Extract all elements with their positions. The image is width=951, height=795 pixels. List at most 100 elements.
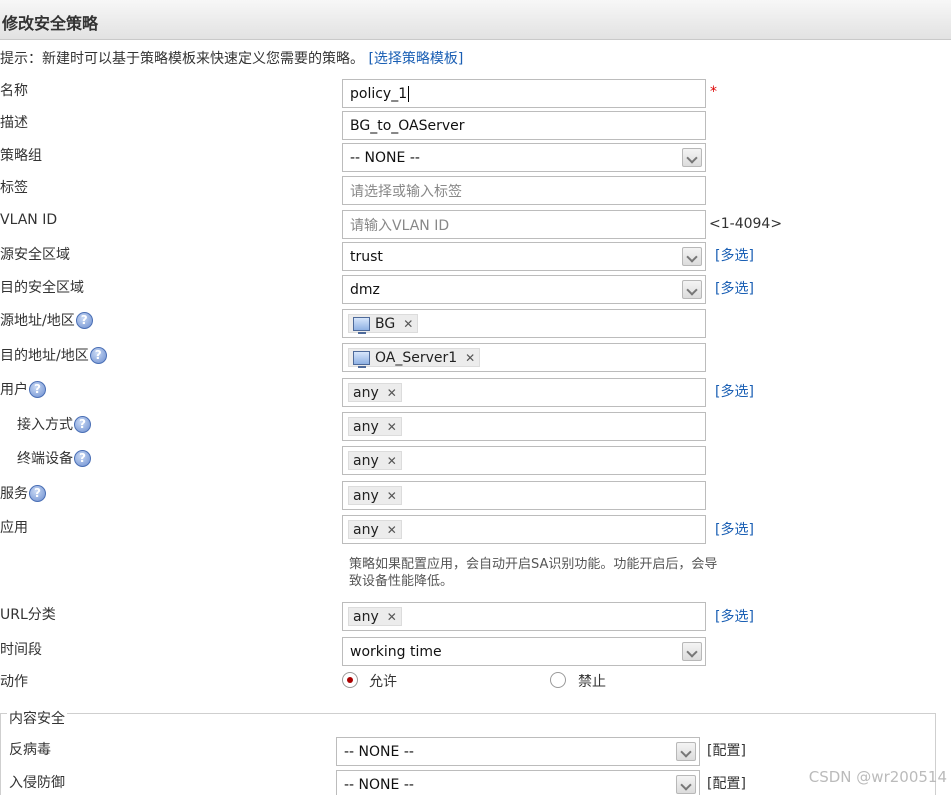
- url-multi-link[interactable]: [多选]: [715, 606, 754, 626]
- group-select-value: -- NONE --: [350, 149, 420, 166]
- service-tag: any ✕: [348, 486, 402, 505]
- app-label: 应用: [0, 520, 28, 536]
- dst-addr-tag-text: OA_Server1: [375, 349, 458, 366]
- action-label: 动作: [0, 674, 28, 690]
- src-addr-tag: BG ✕: [348, 314, 419, 334]
- antivirus-select-value: -- NONE --: [344, 743, 414, 760]
- dst-zone-select-value: dmz: [350, 281, 380, 298]
- chevron-down-icon[interactable]: [682, 148, 702, 167]
- remove-tag-icon[interactable]: ✕: [465, 351, 475, 365]
- dst-zone-label: 目的安全区域: [0, 280, 84, 296]
- dialog-titlebar: 修改安全策略: [0, 0, 951, 40]
- dst-addr-tag: OA_Server1 ✕: [348, 348, 481, 368]
- url-input[interactable]: any ✕: [342, 602, 706, 631]
- user-label: 用户 ?: [0, 379, 46, 399]
- app-note: 策略如果配置应用，会自动开启SA识别功能。功能开启后，会导致设备性能降低。: [349, 557, 718, 589]
- terminal-input[interactable]: any ✕: [342, 446, 706, 475]
- app-tag-text: any: [353, 521, 379, 538]
- text-cursor: [408, 85, 410, 102]
- schedule-select[interactable]: working time: [342, 637, 706, 666]
- dst-addr-label: 目的地址/地区 ?: [0, 345, 107, 365]
- remove-tag-icon[interactable]: ✕: [403, 317, 413, 331]
- name-input-value: policy_1: [350, 85, 408, 102]
- help-icon[interactable]: ?: [74, 449, 91, 467]
- src-zone-multi-link[interactable]: [多选]: [715, 245, 754, 265]
- url-tag: any ✕: [348, 607, 402, 626]
- antivirus-config-link[interactable]: [配置]: [707, 740, 746, 760]
- access-tag-text: any: [353, 418, 379, 435]
- help-icon[interactable]: ?: [74, 415, 91, 433]
- help-icon[interactable]: ?: [75, 311, 93, 329]
- url-tag-text: any: [353, 608, 379, 625]
- watermark: CSDN @wr200514: [808, 768, 947, 786]
- remove-tag-icon[interactable]: ✕: [387, 523, 397, 537]
- help-icon[interactable]: ?: [29, 484, 46, 502]
- vlan-range-hint: <1-4094>: [709, 216, 783, 232]
- action-deny-radio[interactable]: [550, 672, 566, 688]
- name-label: 名称: [0, 83, 28, 99]
- tag-input[interactable]: 请选择或输入标签: [342, 176, 706, 205]
- app-input[interactable]: any ✕: [342, 515, 706, 544]
- dialog-title: 修改安全策略: [2, 14, 99, 33]
- host-computer-icon: [353, 350, 370, 368]
- select-template-link[interactable]: [选择策略模板]: [368, 51, 463, 67]
- service-label: 服务 ?: [0, 483, 46, 503]
- src-addr-label-text: 源地址/地区: [0, 313, 75, 329]
- desc-input[interactable]: BG_to_OAServer: [342, 111, 706, 140]
- action-allow-label[interactable]: 允许: [369, 671, 397, 691]
- hint-line: 提示：新建时可以基于策略模板来快速定义您需要的策略。 [选择策略模板]: [0, 48, 463, 68]
- src-zone-select[interactable]: trust: [342, 242, 706, 271]
- help-icon[interactable]: ?: [89, 346, 107, 364]
- user-tag-text: any: [353, 384, 379, 401]
- user-label-text: 用户: [0, 382, 28, 398]
- service-label-text: 服务: [0, 486, 28, 502]
- ips-select[interactable]: -- NONE --: [336, 770, 700, 795]
- vlan-label: VLAN ID: [0, 212, 58, 228]
- host-computer-icon: [353, 316, 370, 334]
- src-zone-select-value: trust: [350, 248, 383, 265]
- tag-input-placeholder: 请选择或输入标签: [350, 183, 462, 200]
- access-label-text: 接入方式: [17, 417, 73, 433]
- chevron-down-icon[interactable]: [682, 280, 702, 299]
- app-multi-link[interactable]: [多选]: [715, 519, 754, 539]
- required-mark: *: [710, 84, 717, 100]
- remove-tag-icon[interactable]: ✕: [387, 454, 397, 468]
- user-input[interactable]: any ✕: [342, 378, 706, 407]
- desc-label: 描述: [0, 115, 28, 131]
- action-deny-label[interactable]: 禁止: [578, 671, 606, 691]
- chevron-down-icon[interactable]: [682, 247, 702, 266]
- dst-zone-multi-link[interactable]: [多选]: [715, 278, 754, 298]
- chevron-down-icon[interactable]: [682, 642, 702, 661]
- terminal-label-text: 终端设备: [17, 451, 73, 467]
- tag-label: 标签: [0, 180, 28, 196]
- src-addr-input[interactable]: BG ✕: [342, 309, 706, 338]
- access-input[interactable]: any ✕: [342, 412, 706, 441]
- vlan-input[interactable]: 请输入VLAN ID: [342, 210, 706, 239]
- dst-zone-select[interactable]: dmz: [342, 275, 706, 304]
- hint-text: 提示：新建时可以基于策略模板来快速定义您需要的策略。: [0, 51, 364, 67]
- name-input[interactable]: policy_1: [342, 79, 706, 108]
- dst-addr-label-text: 目的地址/地区: [0, 348, 89, 364]
- chevron-down-icon[interactable]: [676, 775, 696, 794]
- dst-addr-input[interactable]: OA_Server1 ✕: [342, 343, 706, 372]
- remove-tag-icon[interactable]: ✕: [387, 489, 397, 503]
- user-multi-link[interactable]: [多选]: [715, 381, 754, 401]
- remove-tag-icon[interactable]: ✕: [387, 610, 397, 624]
- url-label: URL分类: [0, 607, 56, 623]
- antivirus-select[interactable]: -- NONE --: [336, 737, 700, 766]
- access-label: 接入方式 ?: [17, 414, 91, 434]
- group-label: 策略组: [0, 148, 42, 164]
- service-input[interactable]: any ✕: [342, 481, 706, 510]
- help-icon[interactable]: ?: [29, 380, 46, 398]
- remove-tag-icon[interactable]: ✕: [387, 386, 397, 400]
- group-select[interactable]: -- NONE --: [342, 143, 706, 172]
- vlan-input-placeholder: 请输入VLAN ID: [350, 217, 450, 234]
- action-allow-radio[interactable]: [342, 672, 358, 688]
- ips-select-value: -- NONE --: [344, 776, 414, 793]
- terminal-label: 终端设备 ?: [17, 448, 91, 468]
- ips-config-link[interactable]: [配置]: [707, 773, 746, 793]
- remove-tag-icon[interactable]: ✕: [387, 420, 397, 434]
- access-tag: any ✕: [348, 417, 402, 436]
- chevron-down-icon[interactable]: [676, 742, 696, 761]
- app-tag: any ✕: [348, 520, 402, 539]
